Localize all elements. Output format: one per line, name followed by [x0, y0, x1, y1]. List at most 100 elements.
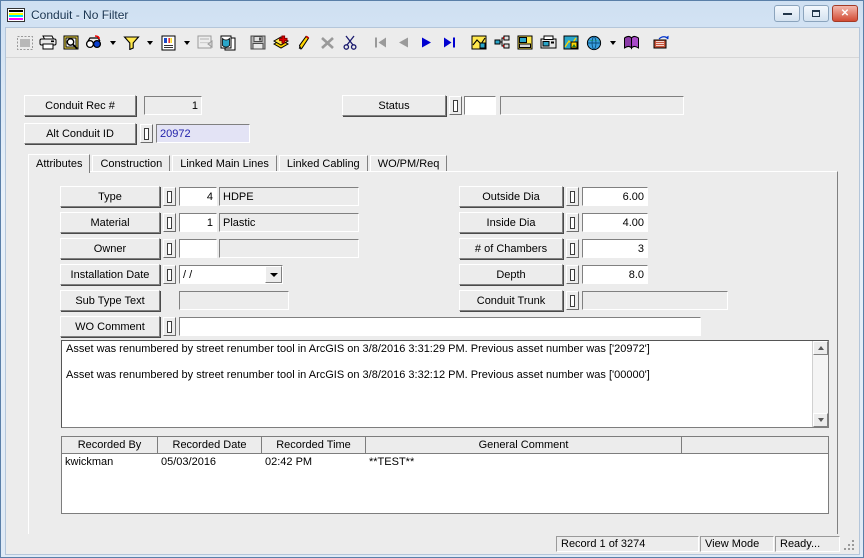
conduit-trunk-button[interactable]: Conduit Trunk: [459, 290, 563, 311]
sub-type-text-input[interactable]: [179, 291, 289, 310]
alt-conduit-id-button[interactable]: Alt Conduit ID: [24, 123, 136, 144]
edit-icon[interactable]: [293, 31, 315, 54]
tab-attributes[interactable]: Attributes: [28, 154, 91, 173]
first-record-icon[interactable]: [369, 31, 391, 54]
exit-icon[interactable]: [650, 31, 672, 54]
table-row[interactable]: kwickman 05/03/2016 02:42 PM **TEST**: [62, 454, 828, 469]
conduit-trunk-input[interactable]: [582, 291, 728, 310]
owner-code-input[interactable]: [179, 239, 217, 258]
depth-spin-control[interactable]: [566, 265, 579, 284]
report-dropdown-icon[interactable]: [180, 31, 193, 54]
cell-general-comment[interactable]: **TEST**: [366, 454, 682, 469]
status-code-input[interactable]: [464, 96, 496, 115]
status-spin-control[interactable]: [449, 96, 462, 115]
sub-type-text-button[interactable]: Sub Type Text: [60, 290, 160, 311]
owner-button[interactable]: Owner: [60, 238, 160, 259]
depth-button[interactable]: Depth: [459, 264, 563, 285]
number-of-chambers-input[interactable]: 3: [582, 239, 648, 258]
outside-dia-spin-control[interactable]: [566, 187, 579, 206]
gis-icon[interactable]: [560, 31, 582, 54]
workorder-icon[interactable]: [514, 31, 536, 54]
inside-dia-input[interactable]: 4.00: [582, 213, 648, 232]
fax-icon[interactable]: [537, 31, 559, 54]
print-icon[interactable]: [37, 31, 59, 54]
cell-recorded-date[interactable]: 05/03/2016: [158, 454, 262, 469]
installation-date-spin-control[interactable]: [163, 265, 176, 284]
add-record-icon[interactable]: [270, 31, 292, 54]
resize-grip[interactable]: [843, 537, 857, 551]
conduit-rec-button[interactable]: Conduit Rec #: [24, 95, 136, 116]
filter-icon[interactable]: [120, 31, 142, 54]
memo-scrollbar[interactable]: [812, 341, 828, 427]
close-button[interactable]: ✕: [832, 5, 858, 22]
tab-linked-main-lines[interactable]: Linked Main Lines: [172, 155, 277, 172]
status-text-input[interactable]: [500, 96, 684, 115]
alt-conduit-id-input[interactable]: 20972: [156, 124, 250, 143]
tab-wo-pm-req[interactable]: WO/PM/Req: [369, 155, 448, 172]
select-tool-icon[interactable]: [14, 31, 36, 54]
filter-dropdown-icon[interactable]: [143, 31, 156, 54]
save-icon[interactable]: [247, 31, 269, 54]
scroll-down-icon[interactable]: [813, 413, 828, 427]
installation-date-input[interactable]: / /: [179, 265, 283, 284]
material-text-input[interactable]: Plastic: [219, 213, 359, 232]
grid-col-recorded-time[interactable]: Recorded Time: [262, 437, 366, 453]
type-text-input[interactable]: HDPE: [219, 187, 359, 206]
scroll-up-icon[interactable]: [813, 341, 828, 355]
type-button[interactable]: Type: [60, 186, 160, 207]
status-button[interactable]: Status: [342, 95, 446, 116]
cell-recorded-time[interactable]: 02:42 PM: [262, 454, 366, 469]
find-dropdown-icon[interactable]: [106, 31, 119, 54]
memo-scroll-track[interactable]: [813, 355, 828, 413]
find-icon[interactable]: [83, 31, 105, 54]
general-comments-grid[interactable]: Recorded By Recorded Date Recorded Time …: [61, 436, 829, 514]
installation-date-button[interactable]: Installation Date: [60, 264, 160, 285]
chevron-down-icon[interactable]: [265, 266, 282, 283]
depth-input[interactable]: 8.0: [582, 265, 648, 284]
previous-record-icon[interactable]: [392, 31, 414, 54]
inside-dia-spin-control[interactable]: [566, 213, 579, 232]
wo-comment-button[interactable]: WO Comment: [60, 316, 160, 337]
conduit-rec-value[interactable]: 1: [144, 96, 202, 115]
report-icon[interactable]: [157, 31, 179, 54]
outside-dia-input[interactable]: 6.00: [582, 187, 648, 206]
material-code-input[interactable]: 1: [179, 213, 217, 232]
cut-icon[interactable]: [339, 31, 361, 54]
book-icon[interactable]: [620, 31, 642, 54]
outside-dia-button[interactable]: Outside Dia: [459, 186, 563, 207]
number-of-chambers-spin-control[interactable]: [566, 239, 579, 258]
grid-col-extra[interactable]: [682, 437, 828, 453]
globe-dropdown-icon[interactable]: [606, 31, 619, 54]
last-record-icon[interactable]: [438, 31, 460, 54]
print-preview-icon[interactable]: [60, 31, 82, 54]
hierarchy-icon[interactable]: [491, 31, 513, 54]
material-spin-control[interactable]: [163, 213, 176, 232]
tab-construction[interactable]: Construction: [92, 155, 171, 172]
delete-icon[interactable]: [316, 31, 338, 54]
history-memo[interactable]: Asset was renumbered by street renumber …: [61, 340, 829, 428]
type-code-input[interactable]: 4: [179, 187, 217, 206]
cell-extra[interactable]: [682, 454, 828, 469]
owner-text-input[interactable]: [219, 239, 359, 258]
form-icon[interactable]: [194, 31, 216, 54]
maximize-button[interactable]: [803, 5, 829, 22]
tab-linked-cabling[interactable]: Linked Cabling: [278, 155, 368, 172]
owner-spin-control[interactable]: [163, 239, 176, 258]
cell-recorded-by[interactable]: kwickman: [62, 454, 158, 469]
minimize-button[interactable]: [774, 5, 800, 22]
globe-icon[interactable]: [583, 31, 605, 54]
material-button[interactable]: Material: [60, 212, 160, 233]
grid-col-general-comment[interactable]: General Comment: [366, 437, 682, 453]
wo-comment-input[interactable]: [179, 317, 701, 336]
inside-dia-button[interactable]: Inside Dia: [459, 212, 563, 233]
alt-conduit-id-spin-control[interactable]: [140, 124, 153, 143]
wo-comment-spin-control[interactable]: [163, 317, 176, 336]
copy-record-icon[interactable]: [217, 31, 239, 54]
number-of-chambers-button[interactable]: # of Chambers: [459, 238, 563, 259]
map-icon[interactable]: [468, 31, 490, 54]
grid-col-recorded-date[interactable]: Recorded Date: [158, 437, 262, 453]
type-spin-control[interactable]: [163, 187, 176, 206]
grid-col-recorded-by[interactable]: Recorded By: [62, 437, 158, 453]
conduit-trunk-spin-control[interactable]: [566, 291, 579, 310]
next-record-icon[interactable]: [415, 31, 437, 54]
